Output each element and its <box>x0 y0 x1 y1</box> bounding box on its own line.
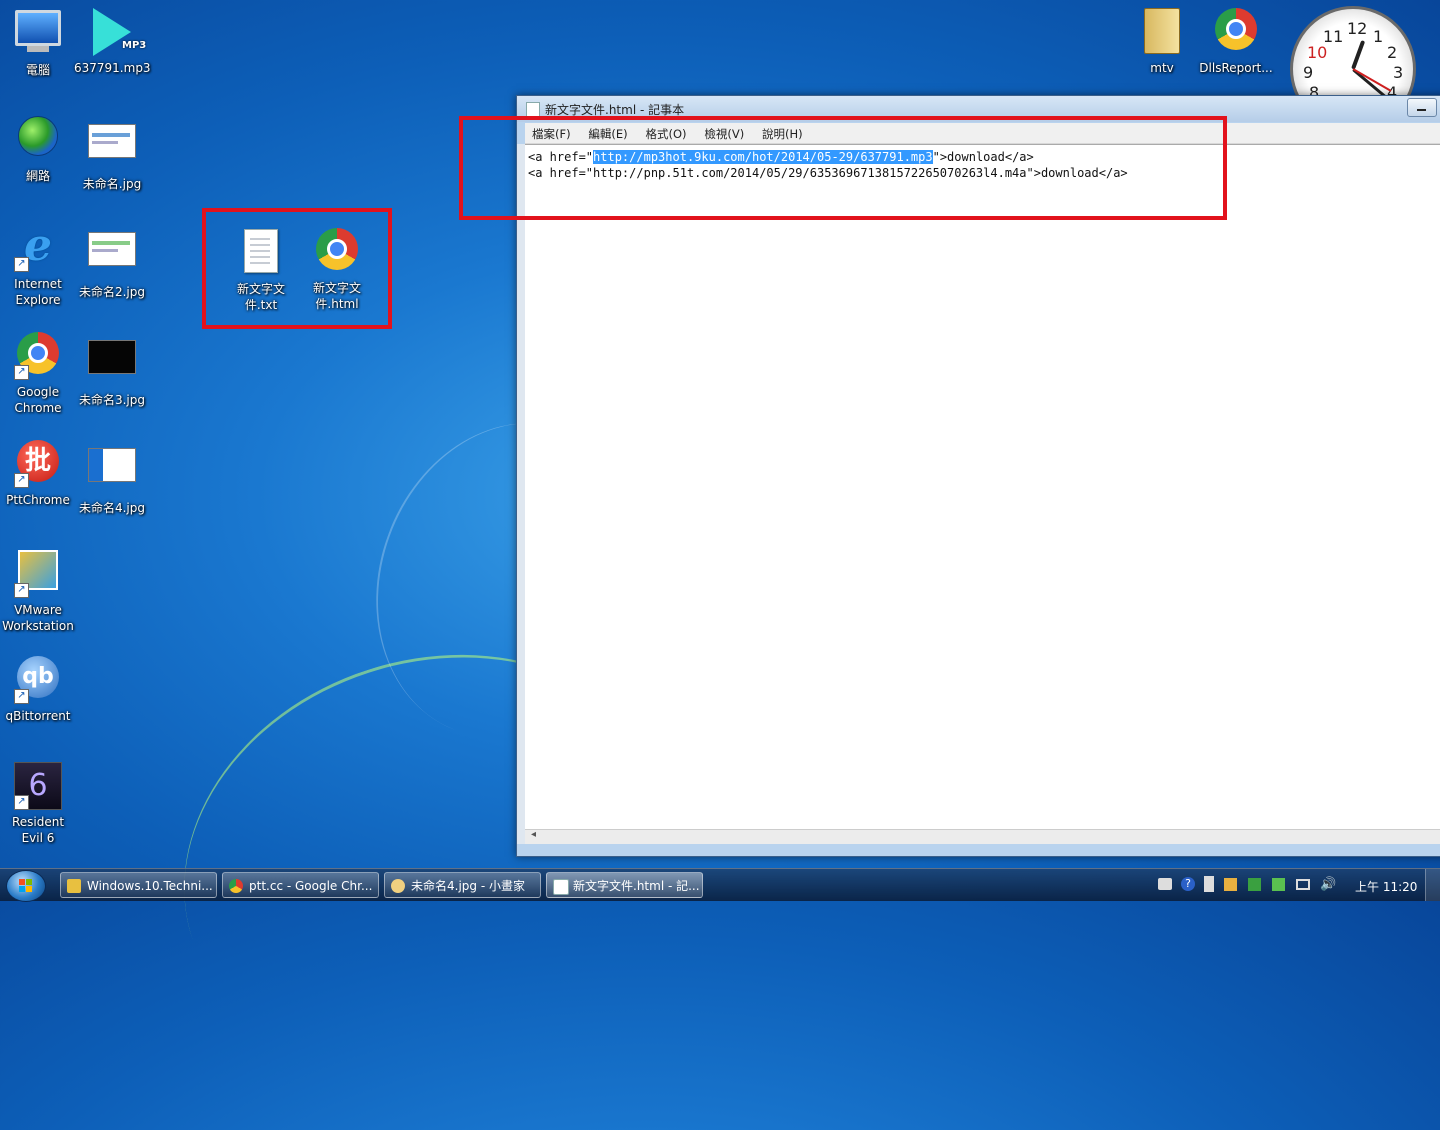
folder-icon <box>1138 8 1186 56</box>
icon-label: VMware Workstation <box>2 603 74 633</box>
icon-label: PttChrome <box>6 493 70 507</box>
minimize-button[interactable] <box>1407 98 1437 117</box>
help-icon[interactable]: ? <box>1181 877 1195 891</box>
taskbar-button-paint[interactable]: 未命名4.jpg - 小畫家 <box>384 872 541 898</box>
highlight-box-files <box>202 208 392 329</box>
image-file-icon <box>88 232 136 280</box>
taskbar-button-chrome[interactable]: ptt.cc - Google Chr... <box>222 872 379 898</box>
paint-icon <box>391 879 405 893</box>
icon-label: mtv <box>1150 61 1174 75</box>
taskbar-button-label: ptt.cc - Google Chr... <box>249 879 373 893</box>
icon-label: Internet Explore <box>14 277 62 307</box>
icon-label: DllsReport... <box>1199 61 1273 75</box>
usb-icon[interactable] <box>1204 876 1214 892</box>
icon-label: 電腦 <box>25 63 50 77</box>
clock-number: 3 <box>1393 63 1404 82</box>
icon-label: Resident Evil 6 <box>11 815 65 845</box>
image-file-icon <box>88 340 136 388</box>
taskbar-button-label: 新文字文件.html - 記... <box>573 879 700 893</box>
horizontal-scrollbar[interactable] <box>525 829 1440 844</box>
icon-label: qBittorrent <box>5 709 71 723</box>
chrome-icon <box>229 879 243 893</box>
shortcut-arrow-icon: ↗ <box>14 365 29 380</box>
desktop-icon-resident-evil[interactable]: 6 ↗ Resident Evil 6 <box>0 762 76 846</box>
desktop-icon-jpg-3[interactable]: 未命名3.jpg <box>74 330 150 408</box>
taskbar-button-notepad[interactable]: 新文字文件.html - 記... <box>546 872 703 898</box>
internet-explorer-icon: e ↗ <box>14 224 62 272</box>
start-button[interactable] <box>6 870 46 902</box>
app-icon <box>67 879 81 893</box>
desktop-icon-network[interactable]: 網路 <box>0 114 76 184</box>
chrome-icon: ↗ <box>14 332 62 380</box>
desktop-icon-internet-explorer[interactable]: e ↗ Internet Explore <box>0 222 76 308</box>
taskbar-clock[interactable]: 上午 11:20 <box>1355 878 1417 895</box>
icon-label: Google Chrome <box>14 385 62 415</box>
resident-evil-icon: 6 ↗ <box>14 762 62 810</box>
desktop-icon-dllsreport[interactable]: DllsReport... <box>1198 6 1274 76</box>
desktop-icon-mp3-file[interactable]: MP3 637791.mp3 <box>74 6 151 76</box>
icon-label: 未命名2.jpg <box>78 285 146 299</box>
icon-label: 網路 <box>25 169 50 183</box>
qbittorrent-icon: qb ↗ <box>14 656 62 704</box>
keyboard-icon[interactable] <box>1158 878 1172 890</box>
shortcut-arrow-icon: ↗ <box>14 473 29 488</box>
show-desktop-button[interactable] <box>1425 869 1440 901</box>
mp3-file-icon: MP3 <box>88 8 146 56</box>
highlight-box-code <box>459 116 1227 220</box>
security-icon[interactable] <box>1272 878 1285 891</box>
notepad-icon <box>553 879 569 895</box>
window-left-border <box>517 144 525 844</box>
notepad-text-area[interactable]: <a href="http://mp3hot.9ku.com/hot/2014/… <box>525 144 1440 844</box>
image-file-icon <box>88 448 136 496</box>
clock-number: 1 <box>1373 27 1384 46</box>
vmware-icon: ↗ <box>14 550 62 598</box>
update-icon[interactable] <box>1248 878 1261 891</box>
clock-number: 10 <box>1307 43 1328 62</box>
volume-icon[interactable]: 🔊 <box>1320 877 1336 892</box>
desktop-icon-pttchrome[interactable]: 批 ↗ PttChrome <box>0 438 76 508</box>
image-file-icon <box>88 124 136 172</box>
tray-app-icon[interactable] <box>1224 878 1237 891</box>
icon-label: 未命名.jpg <box>82 177 142 191</box>
taskbar: Windows.10.Techni... ptt.cc - Google Chr… <box>0 868 1440 902</box>
taskbar-button-label: Windows.10.Techni... <box>87 879 213 893</box>
shortcut-arrow-icon: ↗ <box>14 257 29 272</box>
clock-hour-hand <box>1351 40 1366 70</box>
desktop-icon-jpg-2[interactable]: 未命名2.jpg <box>74 222 150 300</box>
network-icon <box>14 116 62 164</box>
pttchrome-icon: 批 ↗ <box>14 440 62 488</box>
windows-logo-icon <box>19 879 33 893</box>
clock-number: 2 <box>1387 43 1398 62</box>
desktop-icon-jpg-4[interactable]: 未命名4.jpg <box>74 438 150 516</box>
desktop-icon-jpg-1[interactable]: 未命名.jpg <box>74 114 150 192</box>
chrome-icon <box>1212 8 1260 56</box>
desktop-icon-google-chrome[interactable]: ↗ Google Chrome <box>0 330 76 416</box>
shortcut-arrow-icon: ↗ <box>14 689 29 704</box>
taskbar-button-windows10[interactable]: Windows.10.Techni... <box>60 872 217 898</box>
icon-label: 637791.mp3 <box>74 61 151 75</box>
clock-number: 9 <box>1303 63 1314 82</box>
clock-second-hand <box>1352 68 1392 92</box>
desktop-icon-vmware[interactable]: ↗ VMware Workstation <box>0 546 76 634</box>
clock-number: 12 <box>1347 19 1368 38</box>
icon-label: 未命名3.jpg <box>78 393 146 407</box>
shortcut-arrow-icon: ↗ <box>14 795 29 810</box>
desktop-icon-qbittorrent[interactable]: qb ↗ qBittorrent <box>0 654 76 724</box>
network-tray-icon[interactable] <box>1296 879 1310 890</box>
icon-label: 未命名4.jpg <box>78 501 146 515</box>
desktop-icon-computer[interactable]: 電腦 <box>0 6 76 78</box>
taskbar-button-label: 未命名4.jpg - 小畫家 <box>411 879 525 893</box>
computer-icon <box>14 10 62 58</box>
shortcut-arrow-icon: ↗ <box>14 583 29 598</box>
desktop-icon-mtv-folder[interactable]: mtv <box>1124 6 1200 76</box>
